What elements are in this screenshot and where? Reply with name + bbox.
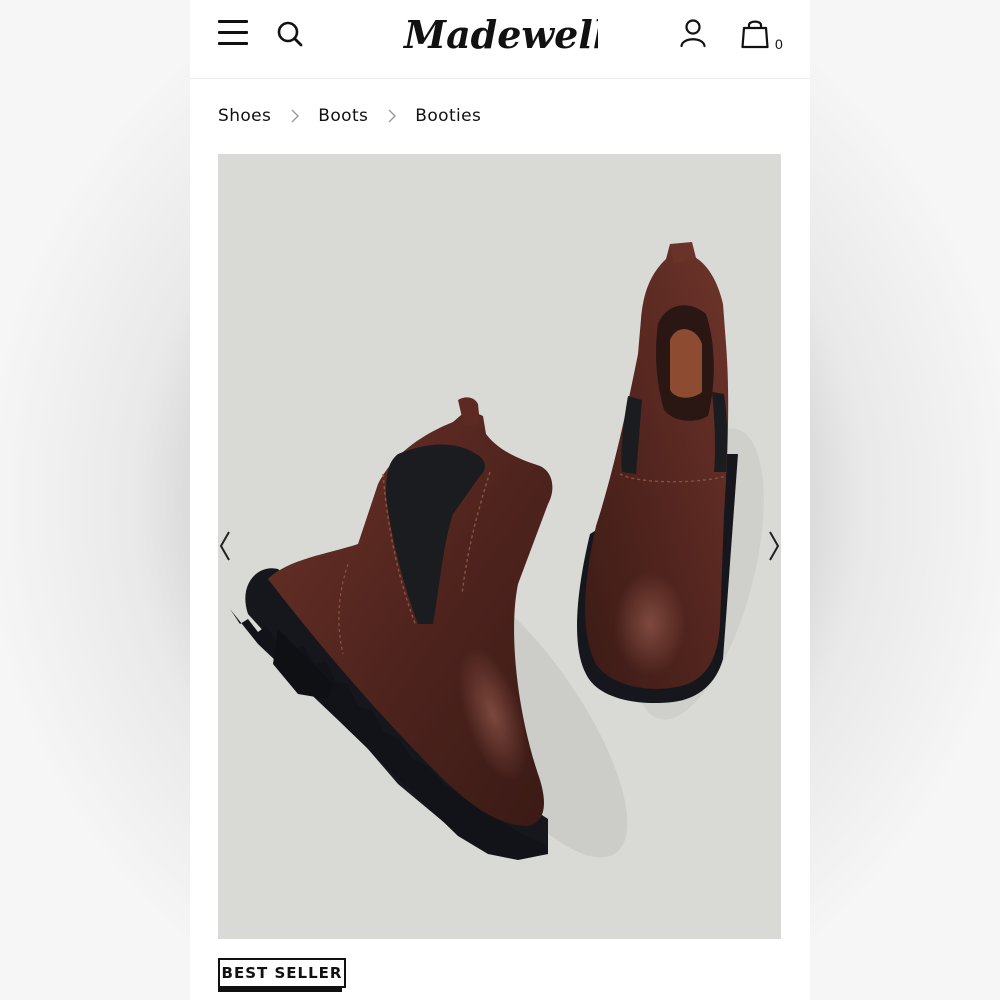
brand-logo[interactable]: Madewell	[402, 10, 607, 62]
right-boot	[577, 242, 738, 704]
chevron-right-icon	[377, 106, 407, 126]
breadcrumb-booties[interactable]: Booties	[415, 106, 481, 126]
chevron-left-icon[interactable]	[218, 526, 234, 566]
search-icon[interactable]	[274, 18, 306, 50]
chevron-right-icon[interactable]	[765, 526, 781, 566]
breadcrumb-shoes[interactable]: Shoes	[218, 106, 271, 126]
mobile-page: Madewell 0 Shoes Boots Booties BEST SELL…	[190, 0, 810, 1000]
site-header: Madewell 0	[190, 0, 810, 79]
breadcrumb-boots[interactable]: Boots	[318, 106, 368, 126]
shopping-bag-icon[interactable]	[741, 18, 769, 50]
product-image-gallery[interactable]	[218, 154, 781, 939]
chevron-right-icon	[280, 106, 310, 126]
best-seller-badge: BEST SELLER	[218, 958, 346, 988]
badge-underline	[218, 988, 342, 992]
product-image	[230, 242, 764, 860]
left-boot	[230, 397, 553, 860]
account-icon[interactable]	[679, 18, 707, 48]
breadcrumb: Shoes Boots Booties	[218, 104, 481, 128]
brand-logo-text: Madewell	[402, 12, 598, 57]
hamburger-menu-icon[interactable]	[218, 20, 248, 46]
bag-item-count: 0	[775, 36, 783, 52]
